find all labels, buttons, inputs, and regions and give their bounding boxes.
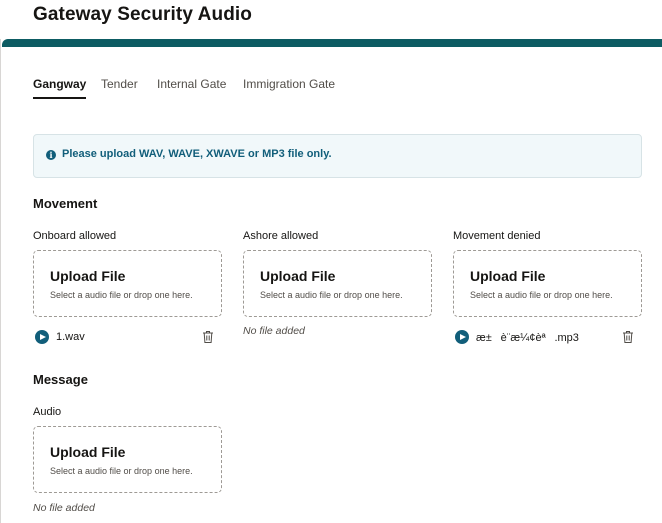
onboard-allowed-label: Onboard allowed <box>33 230 117 242</box>
upload-description: Select a audio file or drop one here. <box>50 466 193 476</box>
ashore-allowed-dropzone[interactable]: Upload File Select a audio file or drop … <box>243 250 432 317</box>
movement-section-title: Movement <box>33 196 98 211</box>
tab-tender[interactable]: Tender <box>101 77 138 97</box>
audio-dropzone[interactable]: Upload File Select a audio file or drop … <box>33 426 222 493</box>
audio-label: Audio <box>33 406 62 418</box>
upload-description: Select a audio file or drop one here. <box>470 290 613 300</box>
play-icon[interactable] <box>455 330 469 344</box>
info-message: Please upload WAV, WAVE, XWAVE or MP3 fi… <box>62 148 332 160</box>
message-section-title: Message <box>33 372 88 387</box>
info-icon: i <box>46 150 56 160</box>
upload-title: Upload File <box>50 444 126 460</box>
file-name: æ±è¨æ¼¢èª.mp3 <box>476 332 579 344</box>
upload-title: Upload File <box>470 268 546 284</box>
movement-denied-label: Movement denied <box>453 230 541 242</box>
ashore-no-file-text: No file added <box>243 325 305 337</box>
page-title: Gateway Security Audio <box>33 4 253 25</box>
upload-description: Select a audio file or drop one here. <box>260 290 403 300</box>
ashore-allowed-label: Ashore allowed <box>243 230 319 242</box>
upload-title: Upload File <box>260 268 336 284</box>
onboard-allowed-dropzone[interactable]: Upload File Select a audio file or drop … <box>33 250 222 317</box>
accent-bar <box>2 39 662 47</box>
panel-edge <box>0 39 5 523</box>
upload-description: Select a audio file or drop one here. <box>50 290 193 300</box>
info-banner: i Please upload WAV, WAVE, XWAVE or MP3 … <box>33 134 642 178</box>
tab-gangway[interactable]: Gangway <box>33 77 87 99</box>
tab-immigration-gate[interactable]: Immigration Gate <box>243 77 335 97</box>
movement-denied-file: æ±è¨æ¼¢èª.mp3 <box>453 329 640 345</box>
trash-icon[interactable] <box>622 330 634 344</box>
trash-icon[interactable] <box>202 330 214 344</box>
audio-no-file-text: No file added <box>33 502 95 514</box>
file-name: 1.wav <box>56 331 85 343</box>
play-icon[interactable] <box>35 330 49 344</box>
tab-internal-gate[interactable]: Internal Gate <box>157 77 226 97</box>
movement-denied-dropzone[interactable]: Upload File Select a audio file or drop … <box>453 250 642 317</box>
onboard-allowed-file: 1.wav <box>33 329 220 345</box>
upload-title: Upload File <box>50 268 126 284</box>
